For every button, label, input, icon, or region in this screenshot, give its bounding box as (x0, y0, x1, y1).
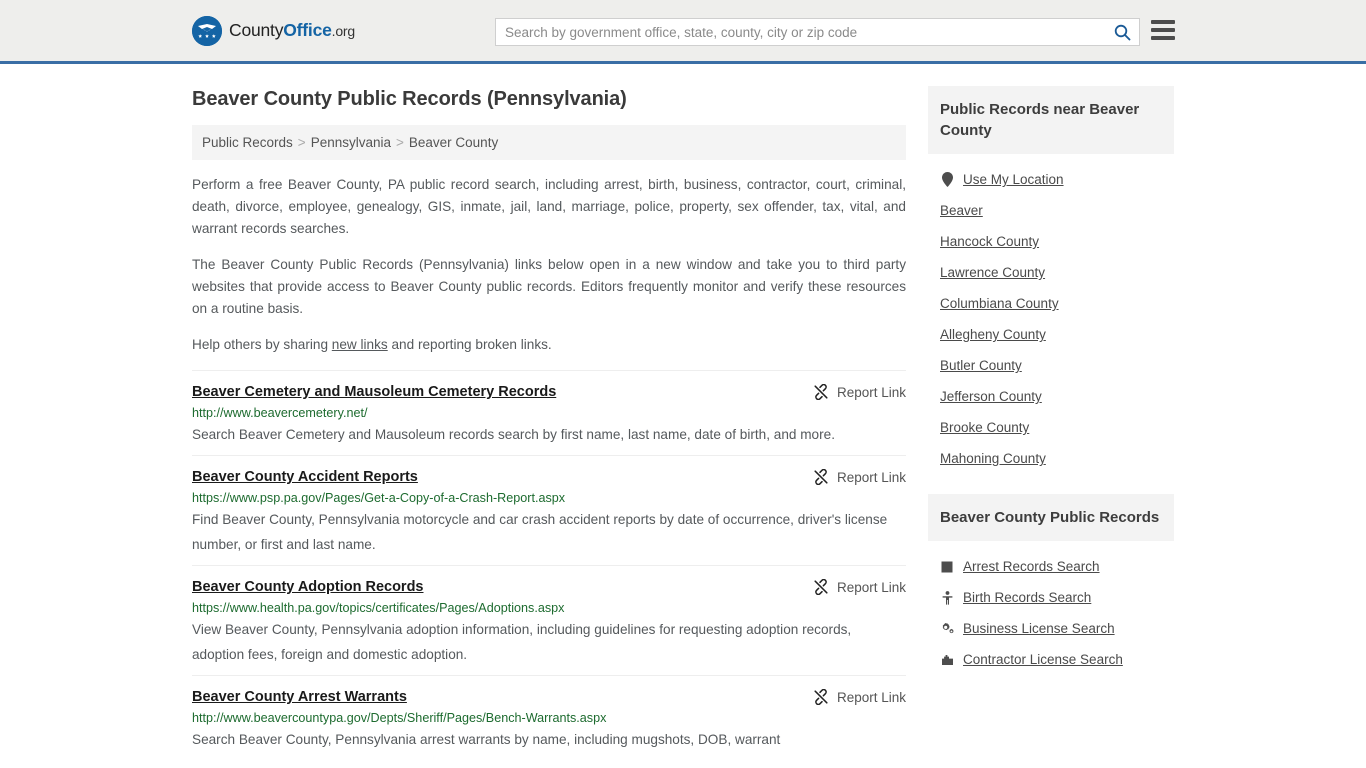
record-link-entry: Beaver County Arrest Warrants Report Lin… (192, 675, 906, 760)
sidebar-link-label[interactable]: Lawrence County (940, 265, 1045, 280)
record-link-title[interactable]: Beaver County Accident Reports (192, 468, 418, 486)
logo-text-org: .org (331, 23, 356, 39)
broken-link-icon (814, 579, 828, 595)
record-link-url[interactable]: https://www.health.pa.gov/topics/certifi… (192, 601, 906, 615)
main-column: Beaver County Public Records (Pennsylvan… (192, 64, 906, 760)
report-link-label: Report Link (836, 384, 906, 400)
broken-link-icon (814, 689, 828, 705)
record-link-entry: Beaver County Adoption Records Report Li… (192, 565, 906, 675)
sidebar-item-jefferson-county[interactable]: Jefferson County (928, 381, 1174, 412)
record-link-description: View Beaver County, Pennsylvania adoptio… (192, 622, 852, 662)
building-icon (940, 653, 954, 667)
sidebar-link-label[interactable]: Arrest Records Search (963, 559, 1100, 574)
sidebar-link-label[interactable]: Jefferson County (940, 389, 1042, 404)
logo-text-office: Office (283, 20, 332, 40)
sidebar-link-label[interactable]: Mahoning County (940, 451, 1046, 466)
sidebar-link-label[interactable]: Butler County (940, 358, 1022, 373)
report-link-label: Report Link (836, 689, 906, 705)
search-bar[interactable] (495, 18, 1140, 46)
intro-p3-post: and reporting broken links. (387, 337, 552, 352)
site-logo-text: CountyOffice.org (229, 20, 355, 41)
sidebar-card-records-title: Beaver County Public Records (928, 494, 1174, 541)
record-link-description: Search Beaver Cemetery and Mausoleum rec… (192, 427, 835, 442)
map-pin-icon (940, 172, 954, 187)
intro-p3-pre: Help others by sharing (192, 337, 332, 352)
sidebar-item-arrest-records-search[interactable]: Arrest Records Search (928, 551, 1174, 582)
search-button[interactable] (1105, 19, 1139, 45)
sidebar-item-mahoning-county[interactable]: Mahoning County (928, 443, 1174, 474)
breadcrumb-separator: > (297, 135, 306, 150)
intro-paragraph-3: Help others by sharing new links and rep… (192, 334, 906, 356)
breadcrumb-item-public-records[interactable]: Public Records (202, 135, 293, 150)
sidebar-item-brooke-county[interactable]: Brooke County (928, 412, 1174, 443)
sidebar-link-label[interactable]: Columbiana County (940, 296, 1059, 311)
sidebar-item-columbiana-county[interactable]: Columbiana County (928, 288, 1174, 319)
sidebar-link-label[interactable]: Hancock County (940, 234, 1039, 249)
sidebar: Public Records near Beaver County Use My… (928, 86, 1174, 675)
record-link-url[interactable]: http://www.beavercemetery.net/ (192, 406, 906, 420)
site-logo[interactable]: CountyOffice.org (192, 15, 355, 46)
broken-link-icon (814, 384, 828, 400)
intro-paragraph-1: Perform a free Beaver County, PA public … (192, 177, 906, 236)
sidebar-item-use-my-location[interactable]: Use My Location (928, 164, 1174, 195)
sidebar-item-contractor-license-search[interactable]: Contractor License Search (928, 644, 1174, 675)
record-link-description: Search Beaver County, Pennsylvania arres… (192, 732, 781, 747)
report-link-button[interactable]: Report Link (813, 688, 906, 705)
record-link-title[interactable]: Beaver Cemetery and Mausoleum Cemetery R… (192, 383, 556, 401)
logo-text-county: County (229, 20, 284, 40)
record-link-title[interactable]: Beaver County Adoption Records (192, 578, 424, 596)
sidebar-link-label[interactable]: Allegheny County (940, 327, 1046, 342)
record-link-description: Find Beaver County, Pennsylvania motorcy… (192, 512, 888, 552)
record-link-url[interactable]: https://www.psp.pa.gov/Pages/Get-a-Copy-… (192, 491, 906, 505)
breadcrumb-separator: > (396, 135, 404, 150)
hamburger-bar (1151, 28, 1175, 32)
sidebar-item-lawrence-county[interactable]: Lawrence County (928, 257, 1174, 288)
intro-text: Perform a free Beaver County, PA public … (192, 174, 906, 356)
record-link-url[interactable]: http://www.beavercountypa.gov/Depts/Sher… (192, 711, 906, 725)
record-link-title[interactable]: Beaver County Arrest Warrants (192, 688, 407, 706)
hamburger-menu-icon[interactable] (1151, 19, 1175, 41)
site-header: CountyOffice.org (0, 0, 1366, 64)
search-icon (1114, 24, 1130, 40)
sidebar-link-label[interactable]: Birth Records Search (963, 590, 1091, 605)
broken-link-icon (814, 469, 828, 485)
sidebar-link-label[interactable]: Use My Location (963, 172, 1064, 187)
sidebar-card-near: Public Records near Beaver County Use My… (928, 86, 1174, 474)
gears-icon (940, 622, 954, 636)
sidebar-item-beaver[interactable]: Beaver (928, 195, 1174, 226)
page-title: Beaver County Public Records (Pennsylvan… (192, 88, 627, 110)
report-link-button[interactable]: Report Link (813, 383, 906, 400)
hamburger-bar (1151, 36, 1175, 40)
baby-icon (940, 590, 954, 605)
page-container: Beaver County Public Records (Pennsylvan… (0, 64, 1366, 760)
search-input[interactable] (496, 19, 1105, 45)
report-link-label: Report Link (836, 469, 906, 485)
record-link-entry: Beaver County Accident Reports Report Li… (192, 455, 906, 565)
sidebar-item-business-license-search[interactable]: Business License Search (928, 613, 1174, 644)
breadcrumb: Public Records > Pennsylvania > Beaver Count… (192, 125, 906, 160)
sidebar-item-butler-county[interactable]: Butler County (928, 350, 1174, 381)
sidebar-link-label[interactable]: Business License Search (963, 621, 1115, 636)
breadcrumb-item-beaver-county[interactable]: Beaver County (409, 135, 498, 150)
sidebar-card-records: Beaver County Public Records Arrest Reco… (928, 494, 1174, 675)
sidebar-link-label[interactable]: Beaver (940, 203, 983, 218)
report-link-label: Report Link (836, 579, 906, 595)
breadcrumb-item-pennsylvania[interactable]: Pennsylvania (311, 135, 391, 150)
sidebar-card-near-title: Public Records near Beaver County (928, 86, 1174, 154)
eagle-shield-icon (192, 15, 222, 46)
hamburger-bar (1151, 20, 1175, 24)
sidebar-item-allegheny-county[interactable]: Allegheny County (928, 319, 1174, 350)
sidebar-item-birth-records-search[interactable]: Birth Records Search (928, 582, 1174, 613)
report-link-button[interactable]: Report Link (813, 468, 906, 485)
handcuffs-icon (940, 560, 954, 574)
sidebar-link-label[interactable]: Brooke County (940, 420, 1029, 435)
new-links-link[interactable]: new links (332, 337, 388, 352)
sidebar-item-hancock-county[interactable]: Hancock County (928, 226, 1174, 257)
record-link-entry: Beaver Cemetery and Mausoleum Cemetery R… (192, 370, 906, 455)
intro-paragraph-2: The Beaver County Public Records (Pennsy… (192, 257, 906, 316)
report-link-button[interactable]: Report Link (813, 578, 906, 595)
sidebar-link-label[interactable]: Contractor License Search (963, 652, 1123, 667)
